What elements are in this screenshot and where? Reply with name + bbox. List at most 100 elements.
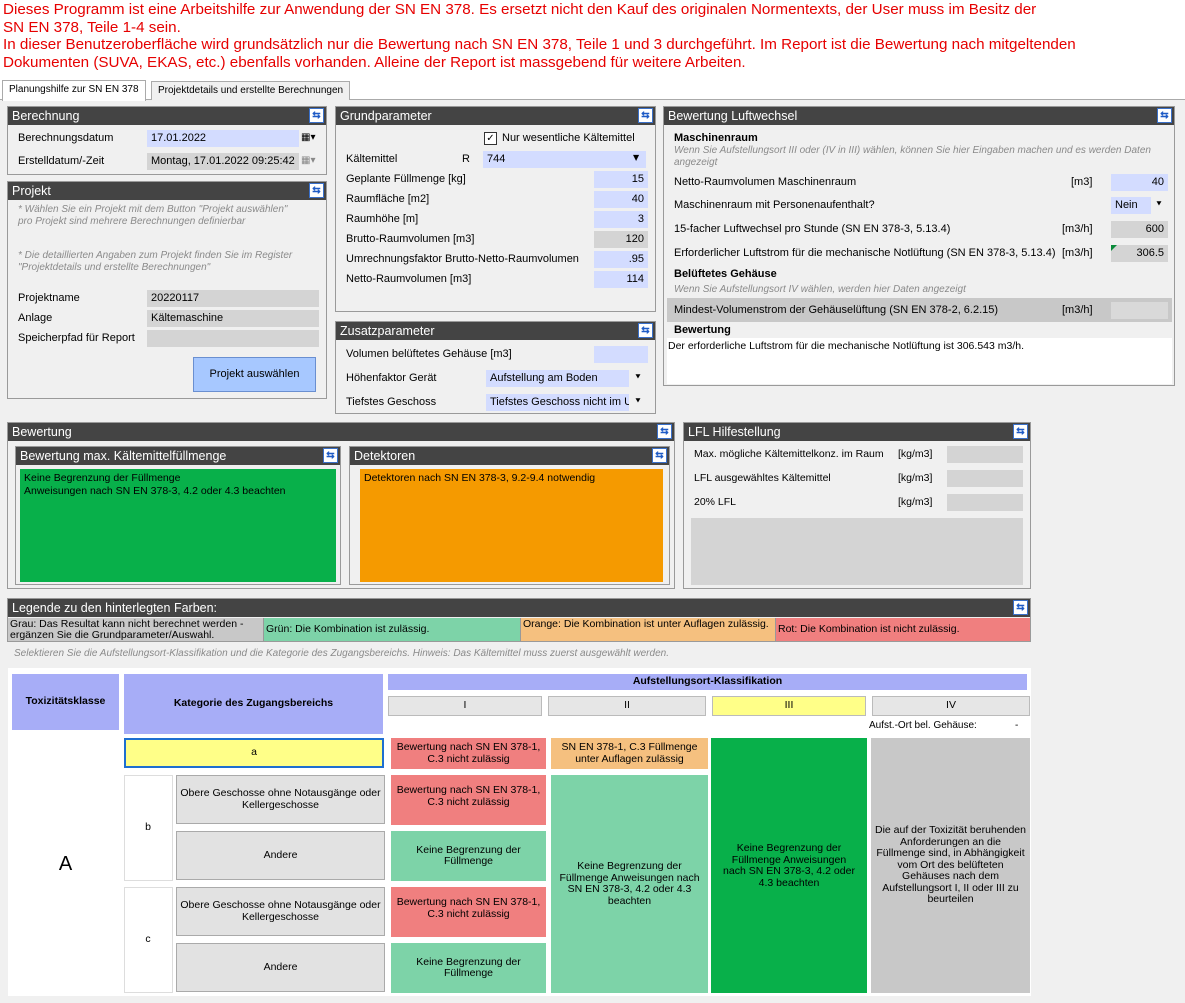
gehaeuse-title: Belüftetes Gehäuse bbox=[674, 268, 777, 280]
mindest-field bbox=[1111, 302, 1168, 319]
volumen-label: Volumen belüftetes Gehäuse [m3] bbox=[346, 348, 512, 360]
export-icon[interactable]: ⇆ bbox=[652, 448, 667, 463]
grund-row-label: Raumhöhe [m] bbox=[346, 213, 419, 225]
comment-marker-icon bbox=[1111, 245, 1117, 251]
zusatzparameter-title: Zusatzparameter bbox=[340, 324, 435, 338]
export-icon[interactable]: ⇆ bbox=[1157, 108, 1172, 123]
kategorie-b-obere-button[interactable]: Obere Geschosse ohne Notausgänge oder Ke… bbox=[176, 775, 385, 824]
selection-hint: Selektieren Sie die Aufstellungsort-Klas… bbox=[14, 648, 669, 659]
netto-field[interactable]: 114 bbox=[594, 271, 648, 288]
brutto-field: 120 bbox=[594, 231, 648, 248]
fach-luftwechsel-label: 15-facher Luftwechsel pro Stunde (SN EN … bbox=[674, 223, 951, 235]
result-b1-I: Bewertung nach SN EN 378-1, C.3 nicht zu… bbox=[391, 775, 546, 825]
export-icon[interactable]: ⇆ bbox=[323, 448, 338, 463]
netto-raumvolumen-field[interactable]: 40 bbox=[1111, 174, 1168, 191]
tab-planungshilfe[interactable]: Planungshilfe zur SN EN 378 bbox=[2, 80, 146, 101]
netto-raumvolumen-label: Netto-Raumvolumen Maschinenraum bbox=[674, 176, 857, 188]
dropdown-icon[interactable]: ⯆ bbox=[632, 371, 644, 386]
kategorie-b-label: b bbox=[145, 821, 151, 834]
unit-label: [kg/m3] bbox=[898, 472, 933, 484]
kategorie-c-andere-button[interactable]: Andere bbox=[176, 943, 385, 992]
warning-line-3: In dieser Benutzeroberfläche wird grunds… bbox=[3, 36, 1076, 53]
unit-label: [kg/m3] bbox=[898, 448, 933, 460]
gehaeuse-note: Wenn Sie Aufstellungsort IV wählen, werd… bbox=[674, 284, 966, 295]
maschinenraum-title: Maschinenraum bbox=[674, 132, 758, 144]
fuellmenge-title: Bewertung max. Kältemittelfüllmenge bbox=[20, 449, 227, 463]
volumen-field[interactable] bbox=[594, 346, 648, 363]
export-icon[interactable]: ⇆ bbox=[1013, 600, 1028, 615]
calendar-icon[interactable]: ▦▾ bbox=[301, 132, 315, 143]
export-icon[interactable]: ⇆ bbox=[657, 424, 672, 439]
personenaufenthalt-select[interactable]: Nein bbox=[1111, 197, 1151, 214]
zusatzparameter-panel: Zusatzparameter ⇆ Volumen belüftetes Gehä… bbox=[335, 321, 656, 414]
result-c1-I: Bewertung nach SN EN 378-1, C.3 nicht zu… bbox=[391, 887, 546, 937]
anlage-label: Anlage bbox=[18, 312, 53, 324]
col-header-I[interactable]: I bbox=[388, 696, 542, 716]
lfl-row-label: 20% LFL bbox=[694, 496, 737, 508]
dropdown-icon[interactable]: ⯆ bbox=[1153, 198, 1165, 213]
zusatzparameter-header: Zusatzparameter ⇆ bbox=[336, 322, 655, 340]
detektoren-header: Detektoren ⇆ bbox=[350, 447, 669, 465]
lfl-info-box bbox=[691, 518, 1023, 585]
erstelldatum-field: Montag, 17.01.2022 09:25:42 bbox=[147, 153, 299, 170]
hoehenfaktor-label: Höhenfaktor Gerät bbox=[346, 372, 437, 384]
kategorie-c-obere-button[interactable]: Obere Geschosse ohne Notausgänge oder Ke… bbox=[176, 887, 385, 936]
kategorie-b-andere-button[interactable]: Andere bbox=[176, 831, 385, 880]
erforderlicher-luftstrom-label: Erforderlicher Luftstrom für die mechani… bbox=[674, 247, 1056, 259]
col-header-II[interactable]: II bbox=[548, 696, 706, 716]
kaeltemittel-prefix: R bbox=[462, 153, 470, 165]
projekt-title: Projekt bbox=[12, 184, 51, 198]
projekt-auswaehlen-button[interactable]: Projekt auswählen bbox=[193, 357, 316, 392]
lfl-value-field bbox=[947, 446, 1023, 463]
geschoss-select[interactable]: Tiefstes Geschoss nicht im U bbox=[486, 394, 629, 411]
berechnung-panel: Berechnung ⇆ Berechnungsdatum 17.01.2022 … bbox=[7, 106, 327, 175]
luft-bewertung-text: Der erforderliche Luftstrom für die mech… bbox=[668, 340, 1025, 352]
umrechnungsfaktor-field[interactable]: .95 bbox=[594, 251, 648, 268]
legende-header: Legende zu den hinterlegten Farben: ⇆ bbox=[8, 599, 1030, 617]
fuellmenge-result-line-1: Keine Begrenzung der Füllmenge bbox=[24, 472, 181, 484]
col-header-III[interactable]: III bbox=[712, 696, 866, 716]
erstelldatum-label: Erstelldatum/-Zeit bbox=[18, 155, 105, 167]
result-b2-I: Keine Begrenzung der Füllmenge bbox=[391, 831, 546, 881]
dropdown-icon[interactable]: ⯆ bbox=[632, 395, 644, 410]
anlage-field: Kältemaschine bbox=[147, 310, 319, 327]
luft-bewertung-title: Bewertung bbox=[674, 324, 731, 336]
kategorie-a-button[interactable]: a bbox=[124, 738, 384, 768]
grund-row-label: Raumfläche [m2] bbox=[346, 193, 430, 205]
berechnungsdatum-label: Berechnungsdatum bbox=[18, 132, 114, 144]
projekt-note-1: * Wählen Sie ein Projekt mit dem Button … bbox=[18, 204, 288, 227]
bewertung-title: Bewertung bbox=[12, 425, 72, 439]
fuellmenge-result: Keine Begrenzung der Füllmenge Anweisung… bbox=[20, 469, 336, 582]
unit-label: [m3/h] bbox=[1062, 247, 1093, 259]
projektname-label: Projektname bbox=[18, 292, 80, 304]
export-icon[interactable]: ⇆ bbox=[638, 108, 653, 123]
export-icon[interactable]: ⇆ bbox=[1013, 424, 1028, 439]
speicherpfad-field bbox=[147, 330, 319, 347]
detektoren-panel: Detektoren ⇆ Detektoren nach SN EN 378-3,… bbox=[349, 446, 670, 585]
luftwechsel-title: Bewertung Luftwechsel bbox=[668, 109, 798, 123]
maschinenraum-note: Wenn Sie Aufstellungsort III oder (IV in… bbox=[674, 145, 1151, 168]
raumhoehe-field[interactable]: 3 bbox=[594, 211, 648, 228]
raumflaeche-field[interactable]: 40 bbox=[594, 191, 648, 208]
fuellmenge-field[interactable]: 15 bbox=[594, 171, 648, 188]
hoehenfaktor-select[interactable]: Aufstellung am Boden bbox=[486, 370, 629, 387]
kaeltemittel-select[interactable]: 744 bbox=[483, 151, 646, 168]
grund-row-label: Geplante Füllmenge [kg] bbox=[346, 173, 466, 185]
tab-projektdetails[interactable]: Projektdetails und erstellte Berechnunge… bbox=[151, 81, 351, 100]
grund-row-label: Netto-Raumvolumen [m3] bbox=[346, 273, 472, 285]
col-header-IV[interactable]: IV bbox=[872, 696, 1030, 716]
export-icon[interactable]: ⇆ bbox=[638, 323, 653, 338]
berechnung-title: Berechnung bbox=[12, 109, 80, 123]
grundparameter-title: Grundparameter bbox=[340, 109, 432, 123]
export-icon[interactable]: ⇆ bbox=[309, 183, 324, 198]
luftwechsel-header: Bewertung Luftwechsel ⇆ bbox=[664, 107, 1174, 125]
result-IV-main: Die auf der Toxizität beruhenden Anforde… bbox=[871, 738, 1030, 993]
geschoss-label: Tiefstes Geschoss bbox=[346, 396, 437, 408]
legende-green: Grün: Die Kombination ist zulässig. bbox=[264, 618, 521, 641]
wesentliche-checkbox[interactable]: ✓ bbox=[484, 132, 497, 145]
chevron-down-icon[interactable]: ▼ bbox=[633, 153, 639, 162]
export-icon[interactable]: ⇆ bbox=[309, 108, 324, 123]
lfl-title: LFL Hilfestellung bbox=[688, 425, 781, 439]
toxizitaet-value: A bbox=[12, 737, 119, 993]
berechnungsdatum-field[interactable]: 17.01.2022 bbox=[147, 130, 299, 147]
